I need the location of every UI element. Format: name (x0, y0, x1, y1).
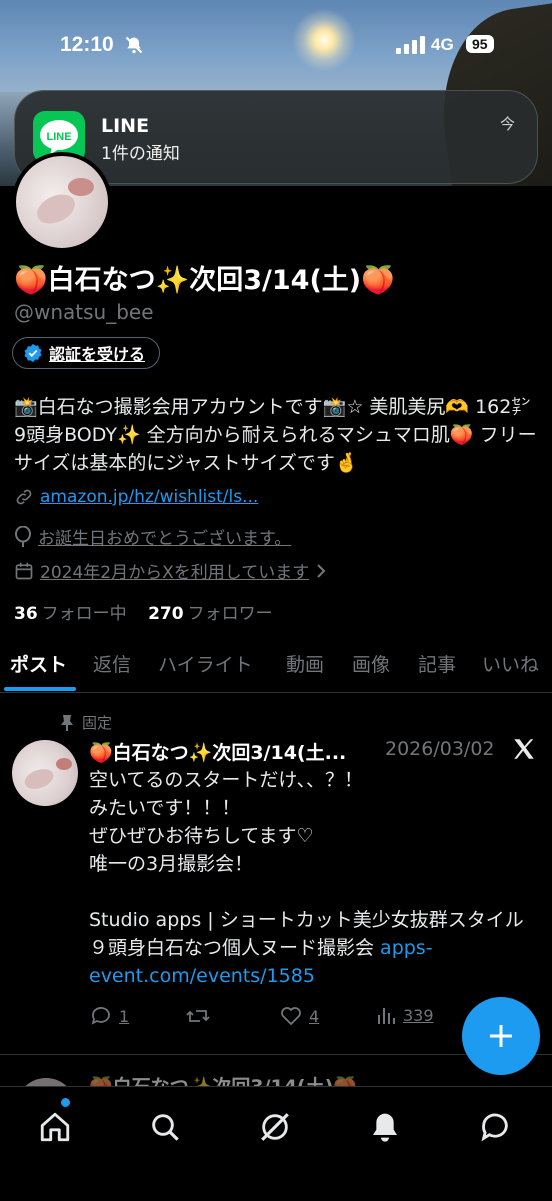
profile-joined[interactable]: 2024年2月からXを利用しています (14, 558, 327, 583)
balloon-icon (14, 525, 32, 548)
search-icon[interactable] (143, 1105, 187, 1149)
like-button[interactable]: 4 (279, 1004, 319, 1028)
line-icon-text: LINE (46, 131, 71, 143)
tab-videos[interactable]: 動画 (286, 650, 324, 677)
views-icon (375, 1004, 397, 1026)
profile-bio: 📸白石なつ撮影会用アカウントです📸☆ 美肌美尻🫶 162㌢9頭身BODY✨ 全方… (14, 396, 537, 474)
like-icon (279, 1004, 303, 1028)
notification-body: 1件の通知 (101, 144, 180, 164)
link-icon (14, 487, 34, 507)
profile-name: 🍑白石なつ✨次回3/14(土)🍑 (14, 265, 395, 296)
get-verified-button[interactable]: 認証を受ける (12, 337, 161, 369)
home-icon[interactable] (33, 1105, 77, 1149)
plus-icon (486, 1021, 516, 1051)
tab-images[interactable]: 画像 (352, 650, 390, 677)
profile-avatar[interactable] (12, 152, 112, 252)
profile-birthday: お誕生日おめでとうございます。 (14, 524, 291, 549)
signal-icon (396, 36, 426, 59)
bottom-navigation (0, 1086, 552, 1201)
birthday-text: お誕生日おめでとうございます。 (38, 529, 292, 549)
post-avatar[interactable] (12, 740, 78, 806)
compose-post-button[interactable] (462, 997, 540, 1075)
tab-replies[interactable]: 返信 (93, 650, 131, 677)
notification-time: 今 (499, 115, 515, 133)
website-link[interactable]: amazon.jp/hz/wishlist/ls... (40, 487, 258, 507)
verified-badge-icon (23, 343, 43, 363)
post-date[interactable]: 2026/03/02 (385, 738, 495, 760)
post-text: 空いてるのスタートだけ、、？！ みたいです！！！ ぜひぜひお待ちしてます♡ 唯一… (89, 769, 524, 959)
active-tab-indicator (4, 687, 76, 691)
home-notification-dot (61, 1098, 70, 1107)
reply-icon (89, 1004, 113, 1028)
get-verified-label: 認証を受ける (49, 345, 146, 364)
tab-highlights[interactable]: ハイライト (158, 650, 253, 677)
like-count: 4 (309, 1006, 320, 1026)
reply-count: 1 (119, 1006, 130, 1026)
retweet-button[interactable] (185, 1004, 217, 1028)
following-count: 36 (14, 604, 38, 624)
post-body[interactable]: 空いてるのスタートだけ、、？！ みたいです！！！ ぜひぜひお待ちしてます♡ 唯一… (89, 766, 529, 990)
follow-stats: 36 フォロー中 270 フォロワー (14, 599, 273, 624)
grok-icon[interactable] (253, 1105, 297, 1149)
profile-tabs: ポスト 返信 ハイライト 動画 画像 記事 いいね (0, 640, 552, 693)
pin-icon (60, 714, 74, 732)
tab-articles[interactable]: 記事 (418, 650, 456, 677)
views-button[interactable]: 339 (375, 1004, 434, 1026)
following-link[interactable]: 36 フォロー中 (14, 604, 127, 624)
bell-slash-icon (124, 35, 144, 60)
post-header: 🍑白石なつ✨次回3/14(土... 2026/03/02 (89, 738, 539, 765)
status-bar: 12:10 4G 95 (0, 0, 552, 82)
retweet-icon (185, 1004, 211, 1028)
profile-website[interactable]: amazon.jp/hz/wishlist/ls... (14, 487, 258, 507)
tab-likes[interactable]: いいね (482, 650, 539, 677)
joined-text: 2024年2月からXを利用しています (40, 563, 310, 583)
profile-handle: @wnatsu_bee (14, 300, 154, 324)
pinned-indicator: 固定 (60, 712, 112, 733)
notifications-icon[interactable] (363, 1105, 407, 1149)
status-time: 12:10 (60, 33, 114, 56)
messages-icon[interactable] (473, 1105, 517, 1149)
post-author[interactable]: 🍑白石なつ✨次回3/14(土... (89, 742, 346, 764)
network-type: 4G (431, 35, 454, 54)
chevron-right-icon (315, 562, 327, 580)
tab-posts[interactable]: ポスト (10, 650, 67, 677)
views-count: 339 (403, 1005, 434, 1025)
notification-app-name: LINE (101, 115, 150, 137)
followers-count: 270 (148, 604, 184, 624)
pinned-label: 固定 (82, 714, 113, 732)
followers-link[interactable]: 270 フォロワー (148, 604, 273, 624)
calendar-icon (14, 561, 34, 581)
followers-label: フォロワー (187, 604, 273, 624)
reply-button[interactable]: 1 (89, 1004, 129, 1028)
following-label: フォロー中 (41, 604, 127, 624)
battery-indicator: 95 (466, 35, 494, 53)
x-logo-icon[interactable] (511, 736, 537, 767)
